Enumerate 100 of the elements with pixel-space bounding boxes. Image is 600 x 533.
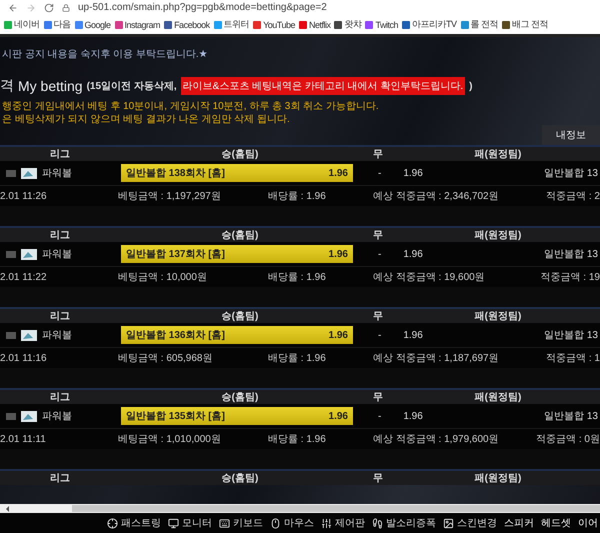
bookmark-link[interactable]: 롤 전적 xyxy=(460,18,498,31)
bookmark-link[interactable]: 왓챠 xyxy=(334,18,362,31)
back-icon[interactable] xyxy=(8,2,18,12)
bookmark-link[interactable]: Facebook xyxy=(164,20,210,30)
bookmark-link[interactable]: 아프리카TV xyxy=(402,18,457,31)
bet-amount: 베팅금액 : 605,968원 xyxy=(118,352,214,365)
bookmark-link[interactable]: Google xyxy=(74,20,111,30)
lock-icon xyxy=(62,4,70,12)
column-header: 리그 xyxy=(49,148,71,161)
column-header: 리그 xyxy=(49,229,71,242)
bookmark-icon xyxy=(44,20,52,28)
bookmark-icon xyxy=(164,20,172,28)
bookmark-link[interactable]: 다음 xyxy=(44,18,70,31)
toolbar-button[interactable]: 스킨변경 xyxy=(443,516,497,530)
bet-amount: 베팅금액 : 1,197,297원 xyxy=(118,190,222,203)
bookmark-icon xyxy=(334,20,342,28)
column-header: 리그 xyxy=(49,391,71,404)
bet-amount: 베팅금액 : 10,000원 xyxy=(118,271,208,284)
payout-amount: 적중금액 : 2 xyxy=(545,190,600,203)
my-info-button[interactable]: 내정보 xyxy=(542,125,600,145)
tool-icon xyxy=(321,518,332,528)
column-header: 패(원정팀) xyxy=(474,472,522,485)
expected-payout: 예상 적중금액 : 2,346,702원 xyxy=(373,190,500,203)
bookmark-link[interactable]: Twitch xyxy=(365,20,398,30)
scrollbar-thumb[interactable] xyxy=(72,505,600,512)
column-header: 패(원정팀) xyxy=(474,229,522,242)
bookmark-icon xyxy=(74,20,82,28)
expected-payout: 예상 적중금액 : 19,600원 xyxy=(373,271,486,284)
column-header: 무 xyxy=(372,310,384,323)
flag-icon xyxy=(21,330,37,340)
home-pick[interactable]: 일반볼합 137회차 [홈] 1.96 xyxy=(121,245,353,263)
column-header: 무 xyxy=(372,472,384,485)
draw-odds: 1.96 xyxy=(403,168,423,178)
tool-icon xyxy=(168,518,179,528)
bookmark-icon xyxy=(253,20,262,28)
draw-pick: - xyxy=(378,168,382,178)
bookmark-icon xyxy=(460,20,469,28)
toolbar-button[interactable]: 모니터 xyxy=(168,516,212,530)
flag-icon xyxy=(21,248,37,260)
audio-tab[interactable]: 스피커 xyxy=(504,516,534,530)
reload-icon[interactable] xyxy=(44,2,54,12)
home-pick[interactable]: 일반볼합 136회차 [홈] 1.96 xyxy=(121,326,353,344)
bookmark-link[interactable]: Instagram xyxy=(114,20,160,30)
bookmark-link[interactable]: 트위터 xyxy=(214,18,250,31)
payout-amount: 적중금액 : 0원 xyxy=(535,433,600,446)
bet-amount: 베팅금액 : 1,010,000원 xyxy=(118,433,222,446)
rule-text: 행중인 게임내에서 베팅 후 10분이내, 게임시작 10분전, 하루 총 3회 취소 가능합니다. xyxy=(2,101,380,112)
expected-payout: 예상 적중금액 : 1,979,600원 xyxy=(373,433,500,446)
title-note: (15일이전 자동삭제, xyxy=(86,80,177,93)
toolbar-button[interactable]: 키보드 xyxy=(219,516,263,530)
bet-time: 2.01 11:11 xyxy=(0,434,47,444)
column-header: 무 xyxy=(372,148,384,161)
bookmark-icon xyxy=(4,20,12,28)
column-header: 패(원정팀) xyxy=(474,310,522,323)
expected-payout: 예상 적중금액 : 1,187,697원 xyxy=(373,352,500,365)
audio-tab[interactable]: 헤드셋 xyxy=(541,516,571,530)
page-title: My betting xyxy=(18,78,83,94)
away-pick: 일반볼합 13 xyxy=(544,329,598,342)
toolbar-button[interactable]: 마우스 xyxy=(270,516,314,530)
bookmark-link[interactable]: YouTube xyxy=(253,20,295,30)
column-header: 패(원정팀) xyxy=(474,391,522,404)
away-pick: 일반볼합 13 xyxy=(544,248,598,261)
bookmark-link[interactable]: 배그 전적 xyxy=(502,18,548,31)
league-icon xyxy=(6,332,16,338)
draw-odds: 1.96 xyxy=(403,410,423,422)
rule-text: 은 베팅삭제가 되지 않으며 베팅 결과가 나온 게임만 삭제 됩니다. xyxy=(2,114,291,125)
bookmark-icon xyxy=(214,20,222,28)
flag-icon xyxy=(21,410,37,422)
home-pick[interactable]: 일반볼합 138회차 [홈] 1.96 xyxy=(121,164,353,182)
odds-rate: 배당률 : 1.96 xyxy=(268,271,327,284)
bookmark-icon xyxy=(365,20,374,28)
odds-rate: 배당률 : 1.96 xyxy=(268,433,327,446)
payout-amount: 적중금액 : 1 xyxy=(545,352,600,365)
bookmark-link[interactable]: 네이버 xyxy=(4,18,40,31)
bookmark-icon xyxy=(502,20,510,28)
draw-pick: - xyxy=(378,330,382,340)
odds-rate: 배당률 : 1.96 xyxy=(268,190,327,203)
audio-tab[interactable]: 이어 xyxy=(578,516,598,530)
draw-odds: 1.96 xyxy=(403,330,423,340)
bet-time: 2.01 11:22 xyxy=(0,272,48,282)
league-name: 파워볼 xyxy=(42,329,72,342)
odds-rate: 배당률 : 1.96 xyxy=(268,352,327,365)
toolbar-button[interactable]: 패스트링 xyxy=(107,516,161,530)
column-header: 승(홈팀) xyxy=(220,391,260,404)
horizontal-scrollbar[interactable] xyxy=(0,504,600,513)
league-name: 파워볼 xyxy=(42,410,72,423)
column-header: 무 xyxy=(372,391,384,404)
league-name: 파워볼 xyxy=(42,248,72,261)
bookmark-icon xyxy=(114,20,123,28)
bookmark-link[interactable]: Netflix xyxy=(298,20,330,30)
bookmark-icon xyxy=(402,20,410,28)
column-header: 승(홈팀) xyxy=(220,310,260,323)
home-pick[interactable]: 일반볼합 135회차 [홈] 1.96 xyxy=(121,407,353,425)
tool-icon xyxy=(219,518,230,528)
tool-icon xyxy=(270,518,281,528)
column-header: 무 xyxy=(372,229,384,242)
toolbar-button[interactable]: 발소리증폭 xyxy=(372,516,436,530)
away-pick: 일반볼합 13 xyxy=(544,167,598,180)
league-icon xyxy=(6,412,16,420)
toolbar-button[interactable]: 제어판 xyxy=(321,516,365,530)
